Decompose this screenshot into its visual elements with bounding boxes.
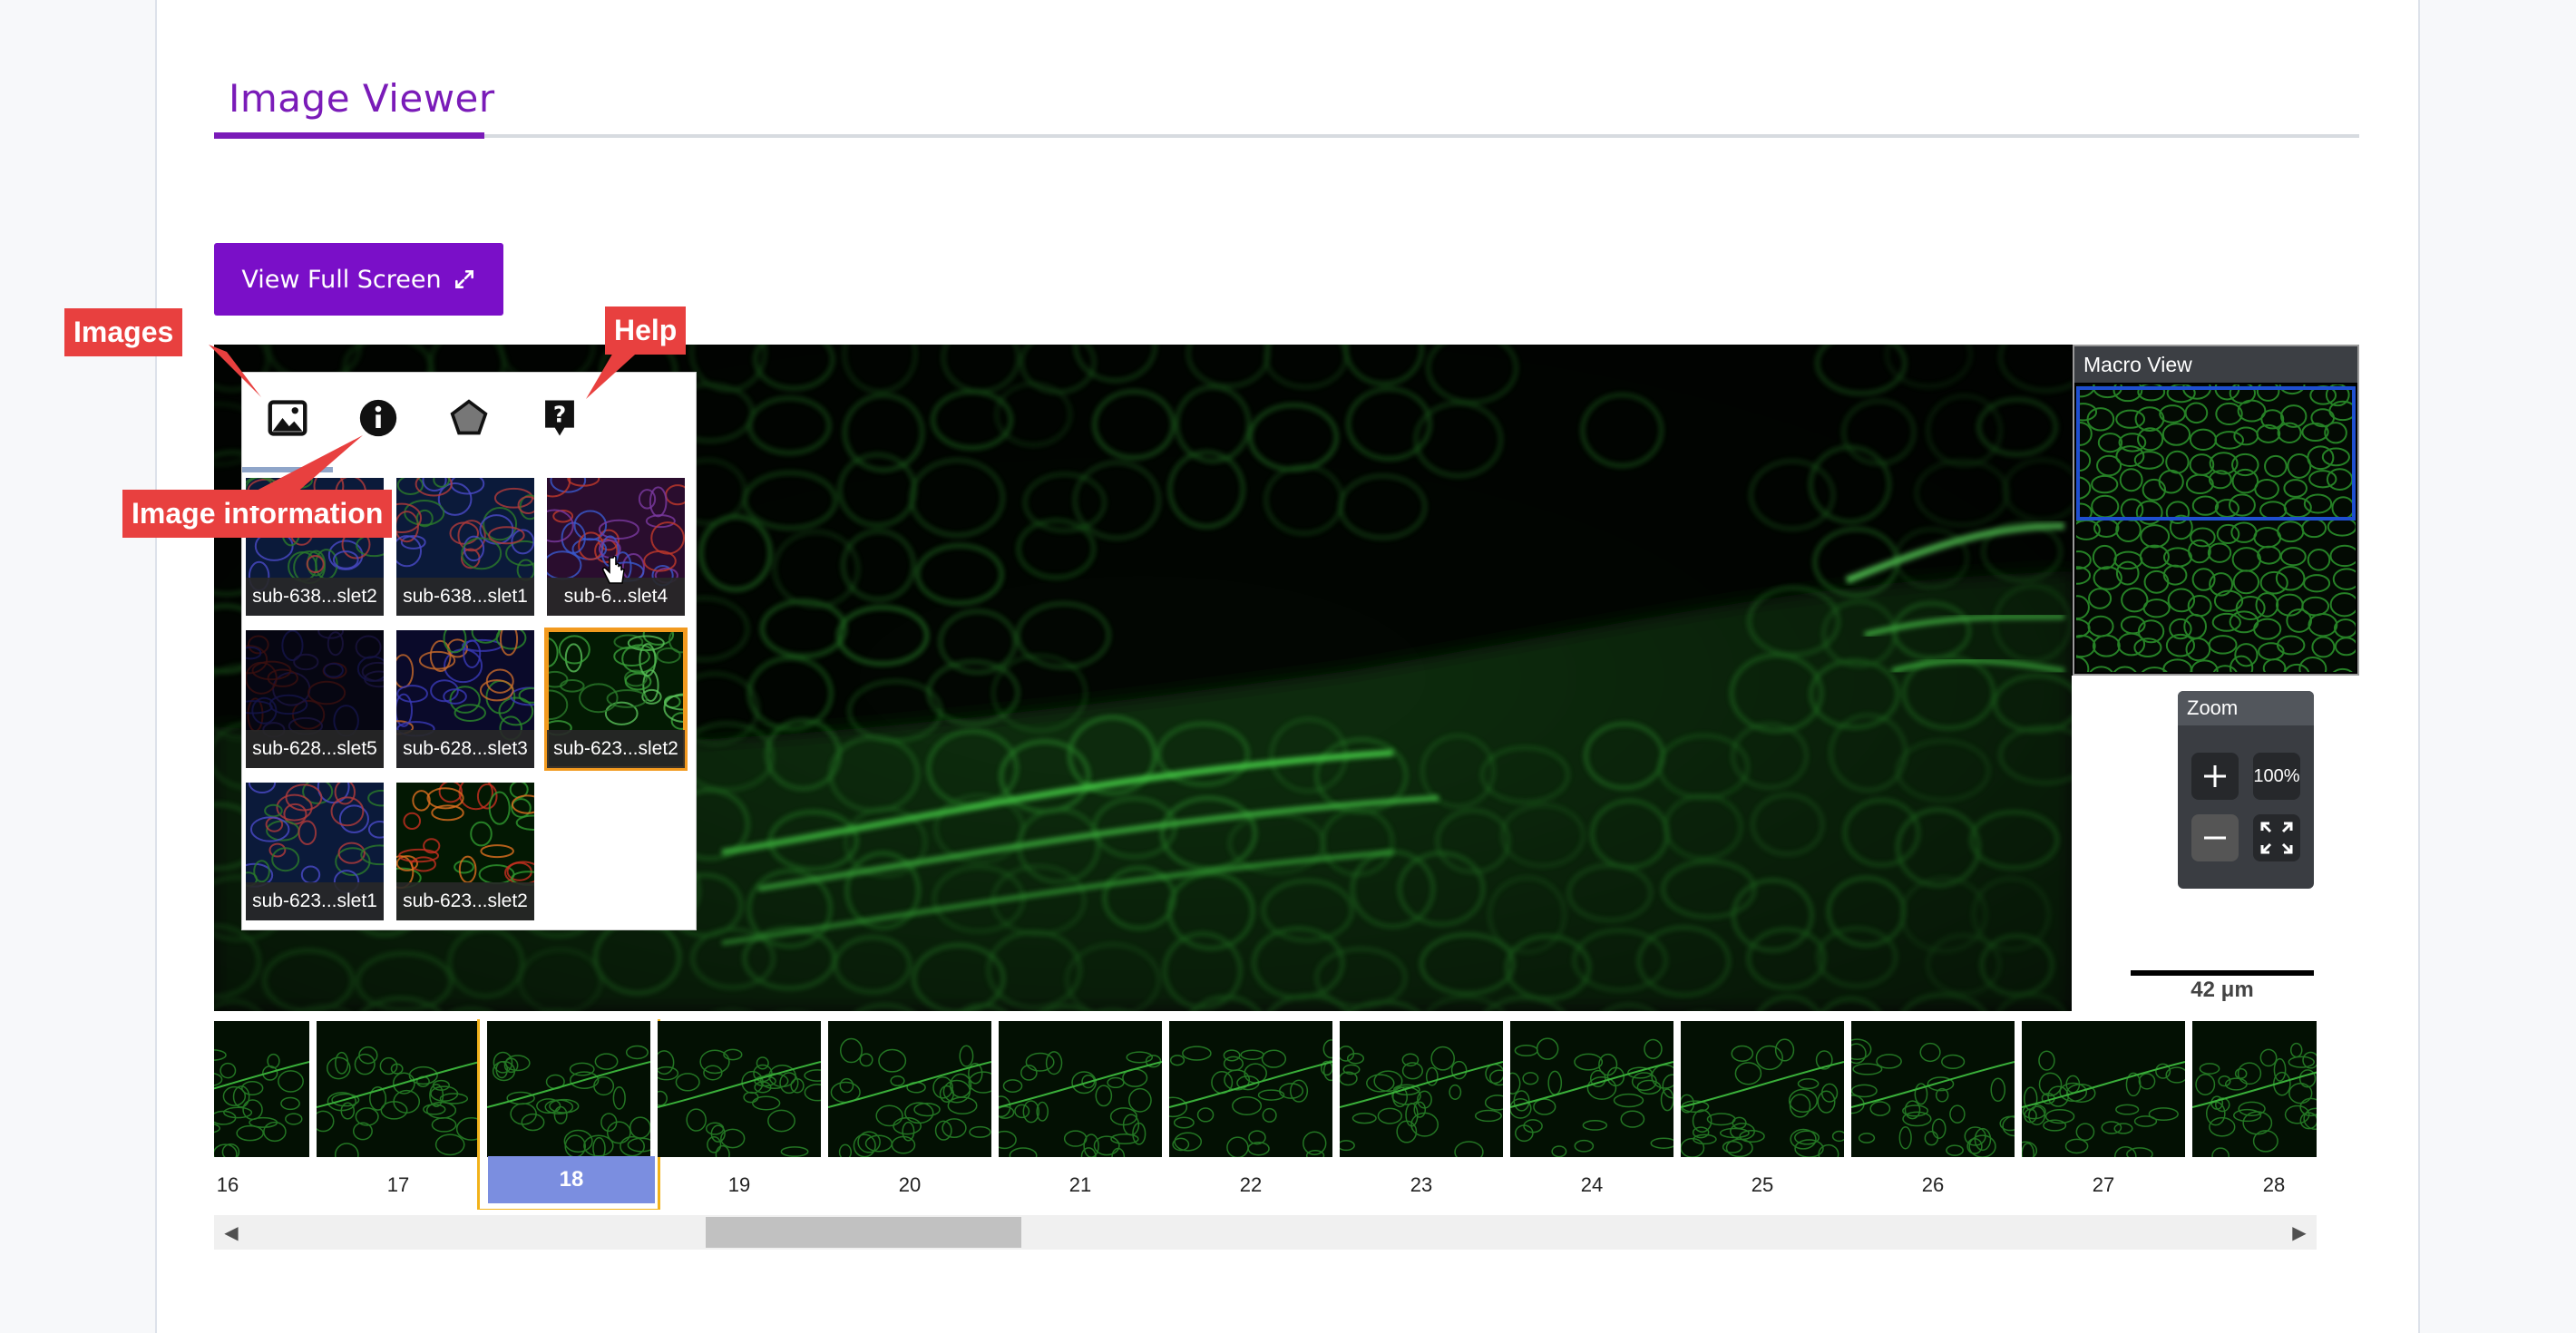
zoom-out-button[interactable]: [2191, 814, 2239, 861]
page-title: Image Viewer: [229, 76, 495, 121]
filmstrip-frame[interactable]: [214, 1021, 309, 1157]
filmstrip-selected-frame[interactable]: 18: [477, 1019, 660, 1210]
thumbnail-item[interactable]: sub-628...slet3: [396, 630, 534, 768]
filmstrip-frame[interactable]: [1169, 1021, 1332, 1157]
title-underline: [214, 132, 484, 139]
frame-number: 25: [1751, 1173, 1774, 1196]
scroll-left-arrow[interactable]: ◀: [214, 1215, 249, 1250]
info-circle-icon: [359, 399, 397, 437]
thumbnail-item[interactable]: sub-623...slet1: [246, 783, 384, 920]
frame-number: 19: [727, 1173, 751, 1196]
filmstrip-frame[interactable]: [2022, 1021, 2185, 1157]
scroll-right-arrow[interactable]: ▶: [2282, 1215, 2317, 1250]
frame-image: [2022, 1050, 2185, 1157]
filmstrip-frame[interactable]: [2192, 1021, 2317, 1157]
scale-bar: [2131, 970, 2314, 976]
scrollbar-thumb[interactable]: [706, 1217, 1021, 1248]
frame-image: [1851, 1038, 2015, 1157]
filmstrip-frame[interactable]: [999, 1021, 1162, 1157]
image-icon: [268, 400, 307, 436]
annotations-tab[interactable]: [444, 393, 494, 443]
filmstrip-frame[interactable]: [317, 1021, 480, 1157]
zoom-level: 100%: [2253, 753, 2300, 800]
plus-icon: [2204, 765, 2226, 787]
zoom-title: Zoom: [2178, 691, 2314, 725]
frame-number: 28: [2262, 1173, 2286, 1196]
thumbnail-item[interactable]: sub-628...slet5: [246, 630, 384, 768]
filmstrip-frame[interactable]: [1851, 1021, 2015, 1157]
frame-number-selected: 18: [488, 1156, 655, 1203]
thumbnail-label: sub-638...slet1: [396, 578, 534, 616]
filmstrip-frame[interactable]: [1681, 1021, 1844, 1157]
macro-view-title: Macro View: [2074, 346, 2357, 383]
frame-image: [1681, 1038, 1844, 1157]
thumbnail-item[interactable]: sub-6...slet4: [547, 478, 685, 616]
scale-label: 42 μm: [2191, 978, 2254, 1002]
frame-number: 27: [2092, 1173, 2115, 1196]
filmstrip-frame[interactable]: [1340, 1021, 1503, 1157]
pentagon-icon: [450, 399, 488, 435]
frame-image: [1340, 1046, 1503, 1157]
help-question-icon: ?: [545, 400, 574, 436]
frame-image: [999, 1051, 1162, 1157]
callout-info-pointer: [227, 435, 363, 506]
filmstrip-frame[interactable]: [1510, 1021, 1673, 1157]
frame-number: 17: [386, 1173, 410, 1196]
macro-view[interactable]: Macro View: [2073, 345, 2359, 676]
zoom-in-button[interactable]: [2191, 753, 2239, 800]
view-full-screen-button[interactable]: View Full Screen: [214, 243, 503, 316]
frame-image: [2192, 1042, 2317, 1157]
filmstrip-frame[interactable]: [658, 1021, 821, 1157]
thumbnail-item[interactable]: sub-623...slet2: [396, 783, 534, 920]
thumbnail-label: sub-623...slet2: [547, 730, 685, 768]
thumbnail-label: sub-623...slet1: [246, 882, 384, 920]
thumbnail-label: sub-628...slet3: [396, 730, 534, 768]
frame-image: [658, 1048, 821, 1157]
frame-image: [1169, 1039, 1332, 1157]
macro-viewport-indicator[interactable]: [2076, 386, 2356, 521]
frame-number: 21: [1068, 1173, 1092, 1196]
frame-number: 16: [216, 1173, 239, 1196]
thumbnail-label: sub-628...slet5: [246, 730, 384, 768]
filmstrip-frame[interactable]: [828, 1021, 991, 1157]
hand-cursor-icon: [601, 556, 625, 584]
callout-images-pointer: [209, 345, 261, 397]
frame-number: 26: [1921, 1173, 1945, 1196]
frame-number: 22: [1239, 1173, 1263, 1196]
help-tab[interactable]: ?: [534, 393, 585, 443]
thumbnail-label: sub-638...slet2: [246, 578, 384, 616]
frame-number: 20: [898, 1173, 922, 1196]
frame-image: [317, 1046, 480, 1157]
frame-number: 24: [1580, 1173, 1604, 1196]
fit-screen-button[interactable]: [2253, 814, 2300, 861]
fit-screen-icon: [2260, 822, 2293, 854]
thumbnail-item[interactable]: sub-638...slet1: [396, 478, 534, 616]
thumbnail-label: sub-623...slet2: [396, 882, 534, 920]
expand-arrows-icon: [454, 270, 473, 288]
title-divider: [214, 134, 2359, 138]
minus-icon: [2204, 836, 2226, 840]
frame-image: [1510, 1037, 1673, 1157]
zoom-control: Zoom 100%: [2178, 691, 2314, 889]
filmstrip-scrollbar[interactable]: ◀ ▶: [214, 1215, 2317, 1250]
callout-images: Images: [64, 308, 183, 356]
frame-number: 23: [1410, 1173, 1433, 1196]
filmstrip: 16 17 18 19 20 21 22 23 24 25 26 27 28: [214, 1019, 2317, 1210]
svg-text:?: ?: [553, 401, 566, 427]
frame-image: [214, 1049, 309, 1157]
view-full-screen-label: View Full Screen: [241, 265, 442, 294]
frame-image: [828, 1037, 991, 1157]
thumbnail-item[interactable]: sub-623...slet2: [544, 628, 688, 771]
callout-help-pointer: [586, 346, 644, 399]
